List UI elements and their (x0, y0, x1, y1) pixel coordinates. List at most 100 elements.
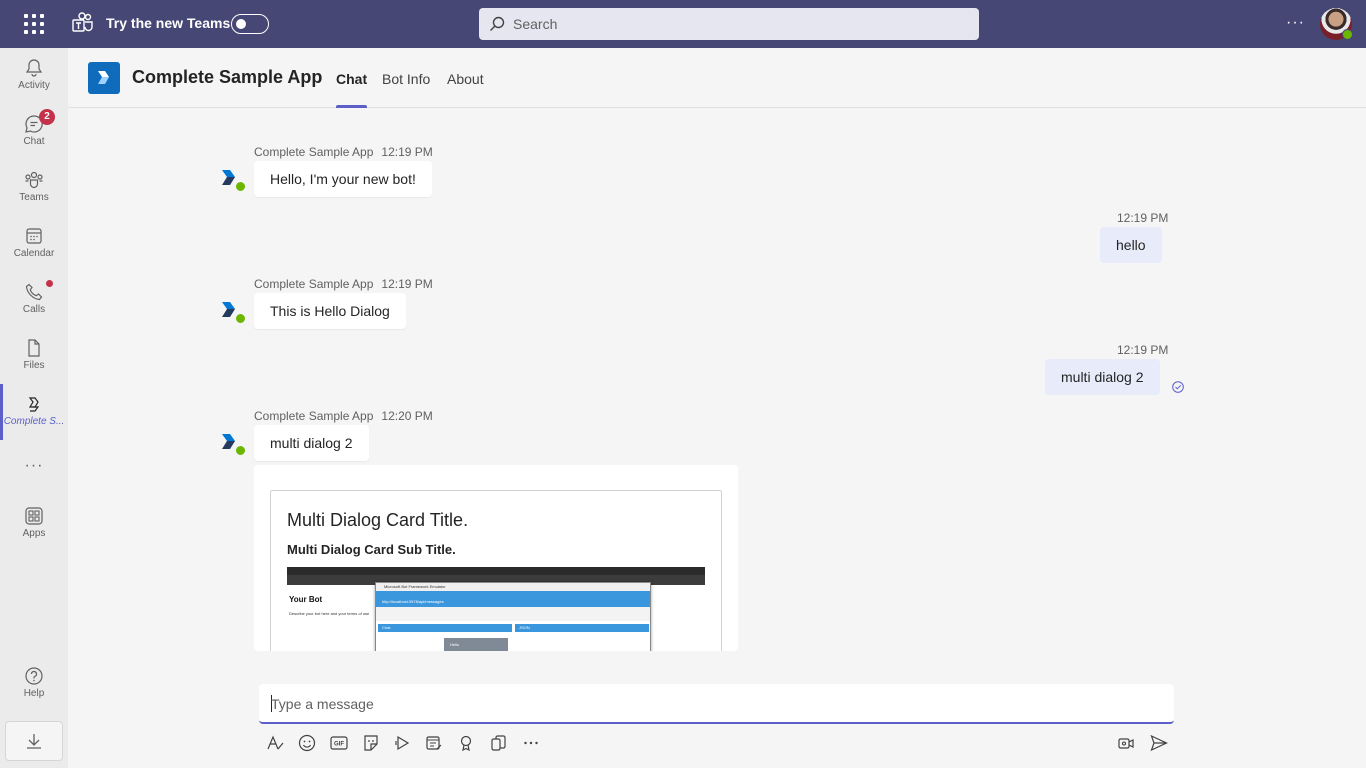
card-image[interactable]: Your Bot Describe your bot here and your… (287, 567, 705, 651)
format-button[interactable] (265, 733, 285, 753)
more-compose-options-button[interactable] (521, 733, 541, 753)
schedule-icon (426, 736, 442, 750)
search-placeholder: Search (513, 16, 558, 32)
message-meta: 12:19 PM (1117, 343, 1168, 357)
send-button[interactable] (1149, 733, 1169, 753)
audio-message-icon (1118, 738, 1134, 749)
sender-name: Complete Sample App (254, 409, 374, 423)
card-title: Multi Dialog Card Title. (287, 510, 469, 530)
search-box[interactable]: Search (479, 8, 979, 40)
bot-avatar[interactable] (220, 432, 246, 456)
message-bubble[interactable]: This is Hello Dialog (254, 293, 406, 329)
unread-badge: 2 (39, 109, 55, 125)
try-new-teams-label: Try the new Teams (106, 15, 231, 31)
more-options-icon[interactable]: ··· (1286, 14, 1305, 32)
loop-icon (491, 735, 506, 751)
loop-component-button[interactable] (489, 733, 509, 753)
message-meta: Complete Sample App 12:20 PM (254, 409, 433, 423)
rail-label: Activity (18, 80, 50, 91)
sender-name: Complete Sample App (254, 145, 374, 159)
image-json-pane-header: JSON (515, 624, 649, 632)
sticker-button[interactable] (361, 733, 381, 753)
praise-button[interactable] (456, 733, 476, 753)
message-compose-box[interactable]: Type a message (259, 684, 1174, 724)
presence-available-icon (235, 445, 246, 456)
rail-item-apps[interactable]: Apps (0, 496, 68, 552)
rail-item-files[interactable]: Files (0, 328, 68, 384)
try-new-teams-toggle[interactable] (231, 14, 269, 34)
apps-icon (25, 507, 43, 525)
bot-avatar[interactable] (220, 300, 246, 324)
presence-available-icon (235, 313, 246, 324)
message-meta: 12:19 PM (1117, 211, 1168, 225)
image-chat-pane-header: Chat (378, 624, 512, 632)
rail-label: Calendar (13, 248, 55, 259)
rail-label: Complete S... (3, 416, 65, 427)
message-bubble[interactable]: multi dialog 2 (254, 425, 369, 461)
message-bubble[interactable]: multi dialog 2 (1045, 359, 1160, 395)
emoji-icon (298, 734, 316, 752)
app-title: Complete Sample App (132, 67, 323, 87)
image-page-heading: Your Bot (289, 595, 323, 604)
schedule-meeting-button[interactable] (424, 733, 444, 753)
rail-label: Help (23, 688, 45, 699)
send-icon (1150, 734, 1168, 752)
image-emulator-url: http://localhost:3978/api/messages (376, 591, 650, 607)
calendar-icon (26, 228, 42, 244)
more-apps-icon[interactable]: ··· (0, 457, 68, 475)
teams-icon (25, 171, 43, 189)
presence-available-icon (1342, 29, 1353, 40)
image-page-text: Describe your bot here and your terms of… (289, 611, 370, 616)
message-time: 12:19 PM (381, 277, 433, 291)
bell-icon (25, 59, 43, 77)
tab-bot-info[interactable]: Bot Info (382, 71, 430, 108)
format-icon (267, 735, 284, 750)
sender-name: Complete Sample App (254, 277, 374, 291)
rail-label: Files (23, 360, 45, 371)
gif-button[interactable]: GIF (329, 733, 349, 753)
bot-app-icon (28, 397, 40, 412)
adaptive-card-message: Multi Dialog Card Title. Multi Dialog Ca… (254, 465, 738, 651)
bot-avatar[interactable] (220, 168, 246, 192)
read-receipt-icon (1172, 381, 1184, 393)
message-time: 12:20 PM (381, 409, 433, 423)
message-time: 12:19 PM (1117, 211, 1169, 225)
presence-available-icon (235, 181, 246, 192)
rail-label: Teams (19, 192, 49, 203)
rail-item-chat[interactable]: Chat 2 (0, 104, 68, 160)
adaptive-card: Multi Dialog Card Title. Multi Dialog Ca… (270, 490, 722, 651)
image-emulator-title: Microsoft Bot Framework Emulator (376, 583, 650, 591)
rail-item-calendar[interactable]: Calendar (0, 216, 68, 272)
left-rail: Activity Chat 2 Teams Calendar Calls Fil… (0, 48, 68, 768)
rail-label: Apps (22, 528, 46, 539)
message-time: 12:19 PM (381, 145, 433, 159)
rail-item-help[interactable]: Help (0, 656, 68, 712)
message-bubble[interactable]: Hello, I'm your new bot! (254, 161, 432, 197)
compose-placeholder: Type a message (271, 696, 374, 712)
image-hello-bubble: Hello (444, 638, 508, 651)
tab-chat[interactable]: Chat (336, 71, 368, 108)
notification-dot (46, 280, 53, 287)
emoji-button[interactable] (297, 733, 317, 753)
rail-item-complete-sample-app[interactable]: Complete S... (0, 384, 68, 440)
message-time: 12:19 PM (1117, 343, 1169, 357)
app-launcher-icon[interactable] (22, 12, 46, 36)
rail-item-activity[interactable]: Activity (0, 48, 68, 104)
meet-now-button[interactable] (393, 733, 413, 753)
file-icon (28, 339, 40, 357)
message-bubble[interactable]: hello (1100, 227, 1162, 263)
phone-icon (25, 283, 43, 301)
gif-icon: GIF (330, 736, 348, 750)
message-meta: Complete Sample App 12:19 PM (254, 145, 433, 159)
sticker-icon (364, 735, 378, 751)
audio-message-button[interactable] (1117, 733, 1137, 753)
download-icon (27, 734, 41, 749)
download-button[interactable] (5, 721, 63, 761)
image-emulator-controls (376, 607, 650, 621)
search-icon (490, 16, 505, 31)
rail-item-calls[interactable]: Calls (0, 272, 68, 328)
more-icon (524, 741, 538, 745)
rail-item-teams[interactable]: Teams (0, 160, 68, 216)
teams-logo-icon (72, 12, 93, 32)
tab-about[interactable]: About (447, 71, 484, 108)
